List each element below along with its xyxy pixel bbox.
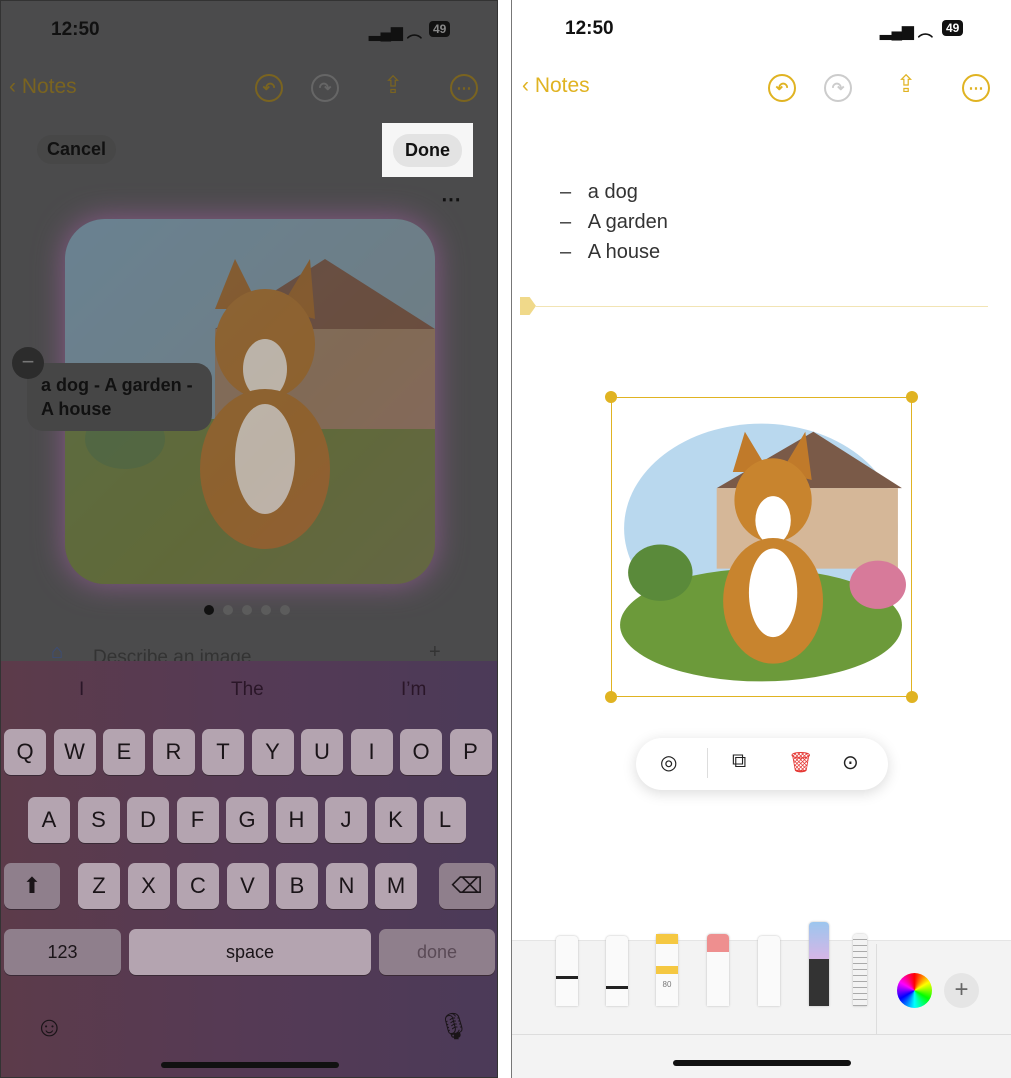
- status-time: 12:50: [565, 18, 614, 39]
- key-q[interactable]: Q: [4, 729, 46, 775]
- redo-icon[interactable]: ↷: [311, 74, 339, 102]
- key-b[interactable]: B: [276, 863, 318, 909]
- remove-prompt-icon[interactable]: −: [12, 347, 44, 379]
- key-o[interactable]: O: [400, 729, 442, 775]
- undo-icon[interactable]: ↶: [768, 74, 796, 102]
- drawing-handle[interactable]: [520, 297, 536, 315]
- resize-handle[interactable]: [605, 391, 617, 403]
- key-x[interactable]: X: [127, 863, 170, 909]
- numbers-key[interactable]: 123: [4, 929, 121, 975]
- key-g[interactable]: G: [226, 797, 268, 843]
- resize-handle[interactable]: [605, 691, 617, 703]
- key-n[interactable]: N: [325, 863, 368, 909]
- page-dot[interactable]: [204, 605, 214, 615]
- page-dots[interactable]: [204, 605, 290, 615]
- emoji-icon[interactable]: ☺: [35, 1011, 64, 1043]
- image-playground-panel: 12:50 ▂▄▆ ︵ 49 ‹ Notes ↶ ↷ ⇪ ⋯ Cancel Do…: [0, 0, 498, 1078]
- undo-icon[interactable]: ↶: [255, 74, 283, 102]
- list-item[interactable]: – a dog: [560, 177, 668, 207]
- key-u[interactable]: U: [301, 729, 343, 775]
- key-i[interactable]: I: [350, 729, 393, 775]
- key-z[interactable]: Z: [78, 863, 120, 909]
- note-panel: 12:50 ▂▄▆ ︵ 49 ‹ Notes ↶ ↷ ⇪ ⋯ – a dog –…: [511, 0, 1011, 1078]
- list-item-text: A garden: [587, 211, 668, 233]
- key-f[interactable]: F: [176, 797, 219, 843]
- key-s[interactable]: S: [77, 797, 120, 843]
- suggestion[interactable]: I’m: [401, 679, 426, 701]
- pen-tool[interactable]: [556, 936, 578, 1006]
- key-d[interactable]: D: [127, 797, 169, 843]
- key-v[interactable]: V: [226, 863, 269, 909]
- list-item[interactable]: – A house: [560, 237, 668, 267]
- duplicate-icon[interactable]: ⧉: [732, 750, 746, 773]
- key-w[interactable]: W: [53, 729, 96, 775]
- cancel-button[interactable]: Cancel: [37, 135, 117, 164]
- options-icon[interactable]: ⋯: [441, 187, 461, 212]
- resize-handle[interactable]: [906, 691, 918, 703]
- back-label: Notes: [21, 75, 77, 98]
- pencil-tool[interactable]: [758, 936, 780, 1006]
- list-item-text: A house: [587, 241, 661, 263]
- back-button[interactable]: ‹ Notes: [522, 74, 590, 98]
- key-e[interactable]: E: [103, 729, 145, 775]
- list-item-text: a dog: [587, 181, 638, 203]
- signal-wifi-icon: ▂▄▆ ︵: [369, 24, 422, 41]
- page-dot[interactable]: [261, 605, 271, 615]
- suggestion[interactable]: The: [231, 679, 264, 701]
- key-m[interactable]: M: [375, 863, 417, 909]
- key-p[interactable]: P: [449, 729, 492, 775]
- key-r[interactable]: R: [152, 729, 195, 775]
- suggestion[interactable]: I: [79, 679, 84, 701]
- key-l[interactable]: L: [424, 797, 466, 843]
- space-key[interactable]: space: [129, 929, 371, 975]
- done-key[interactable]: done: [379, 929, 495, 975]
- key-k[interactable]: K: [374, 797, 417, 843]
- home-indicator: [673, 1060, 851, 1066]
- note-list[interactable]: – a dog – A garden – A house: [560, 177, 668, 267]
- back-label: Notes: [534, 74, 590, 97]
- home-indicator: [161, 1062, 339, 1068]
- add-tool-button[interactable]: +: [944, 973, 979, 1008]
- done-button[interactable]: Done: [393, 133, 462, 167]
- key-c[interactable]: C: [177, 863, 219, 909]
- color-picker[interactable]: [897, 973, 932, 1008]
- more-icon[interactable]: ⊙: [842, 750, 859, 775]
- battery-icon: 49: [429, 21, 451, 37]
- monoline-tool[interactable]: [606, 936, 628, 1006]
- ruler-tool[interactable]: [853, 934, 867, 1006]
- page-dot[interactable]: [280, 605, 290, 615]
- shift-key[interactable]: ⬆: [4, 863, 60, 909]
- back-button[interactable]: ‹ Notes: [9, 75, 77, 99]
- status-time: 12:50: [51, 19, 100, 40]
- delete-key[interactable]: ⌫: [439, 863, 495, 909]
- more-icon[interactable]: ⋯: [450, 74, 478, 102]
- page-dot[interactable]: [223, 605, 233, 615]
- key-a[interactable]: A: [28, 797, 70, 843]
- key-h[interactable]: H: [275, 797, 318, 843]
- share-icon[interactable]: ⇪: [896, 70, 916, 99]
- key-t[interactable]: T: [202, 729, 244, 775]
- battery-icon: 49: [942, 20, 964, 36]
- highlighter-tool[interactable]: 80: [656, 934, 678, 1006]
- more-icon[interactable]: ⋯: [962, 74, 990, 102]
- redo-icon[interactable]: ↷: [824, 74, 852, 102]
- list-item[interactable]: – A garden: [560, 207, 668, 237]
- share-icon[interactable]: ⇪: [383, 71, 403, 100]
- selected-color-tool[interactable]: [809, 922, 829, 1006]
- eraser-tool[interactable]: [707, 934, 729, 1006]
- key-y[interactable]: Y: [251, 729, 294, 775]
- resize-handle[interactable]: [906, 391, 918, 403]
- signal-wifi-icon: ▂▄▆ ︵: [880, 23, 933, 40]
- microphone-icon[interactable]: 🎙: [437, 1011, 470, 1042]
- prompt-chip[interactable]: a dog - A garden - A house: [27, 363, 212, 431]
- drawing-divider: [536, 306, 988, 307]
- markup-icon[interactable]: ◎: [660, 750, 677, 775]
- selected-image[interactable]: [611, 397, 912, 697]
- page-dot[interactable]: [242, 605, 252, 615]
- key-j[interactable]: J: [325, 797, 367, 843]
- highlighter-label: 80: [662, 980, 672, 989]
- trash-icon[interactable]: 🗑: [788, 750, 813, 775]
